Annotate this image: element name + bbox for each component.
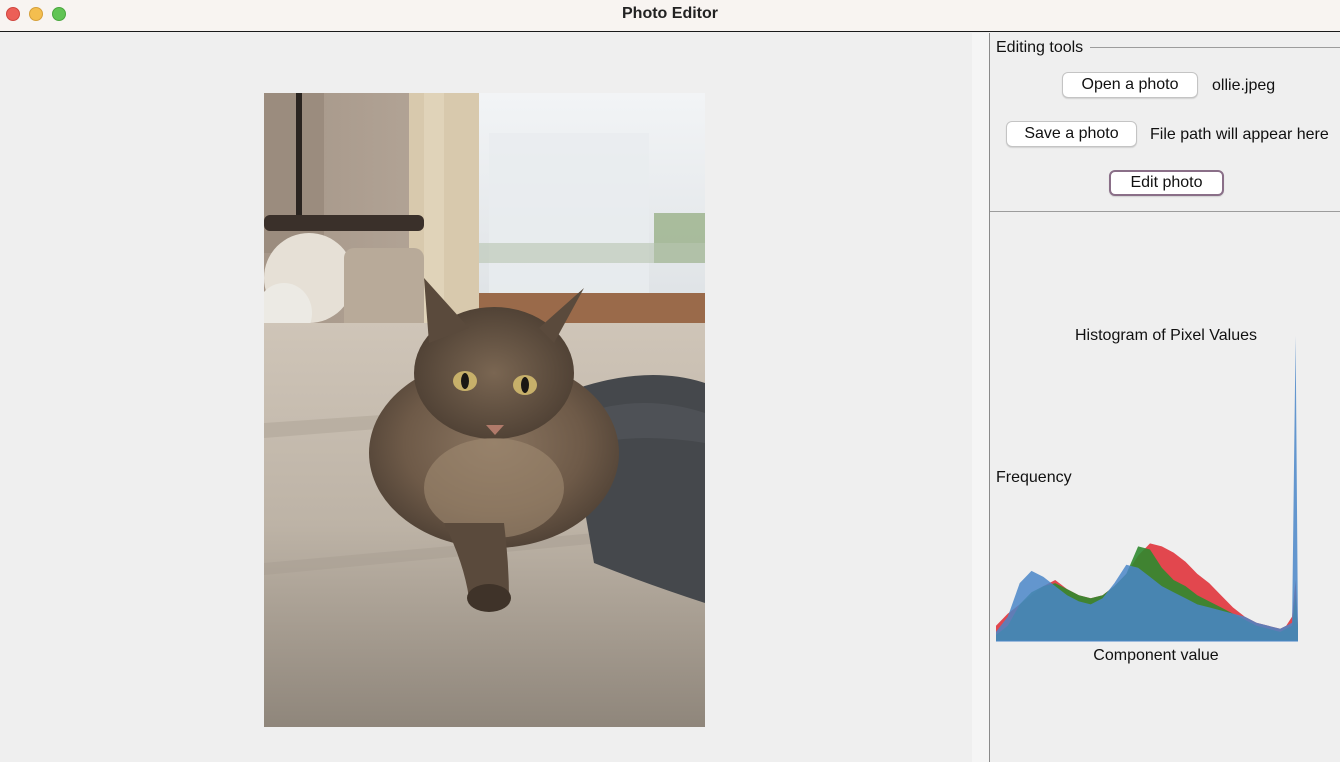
title-bar: Photo Editor xyxy=(0,0,1340,32)
group-border xyxy=(1090,47,1340,48)
editing-tools-panel: Editing tools Open a photo ollie.jpeg Sa… xyxy=(990,33,1340,762)
open-filename-label: ollie.jpeg xyxy=(1212,77,1276,94)
y-axis-label: Frequency xyxy=(996,469,1072,486)
histogram-chart: Histogram of Pixel Values Frequency Comp… xyxy=(990,293,1340,713)
window-title: Photo Editor xyxy=(622,5,718,22)
save-path-label: File path will appear here xyxy=(1150,126,1329,143)
histogram-svg: Histogram of Pixel Values Frequency Comp… xyxy=(996,327,1298,664)
panel-separator xyxy=(990,211,1340,212)
editing-tools-group-title: Editing tools xyxy=(996,39,1084,56)
save-photo-button[interactable]: Save a photo xyxy=(1006,121,1137,147)
edit-photo-button[interactable]: Edit photo xyxy=(1109,170,1224,196)
scrollbar-gutter[interactable] xyxy=(972,33,989,762)
cat-photo xyxy=(264,93,705,727)
histogram-area-blue xyxy=(996,336,1298,641)
chart-title: Histogram of Pixel Values xyxy=(1075,327,1257,344)
histogram-series-group xyxy=(996,336,1298,642)
open-photo-button[interactable]: Open a photo xyxy=(1062,72,1198,98)
photo-canvas-area xyxy=(0,33,972,762)
x-axis-label: Component value xyxy=(1093,647,1219,664)
